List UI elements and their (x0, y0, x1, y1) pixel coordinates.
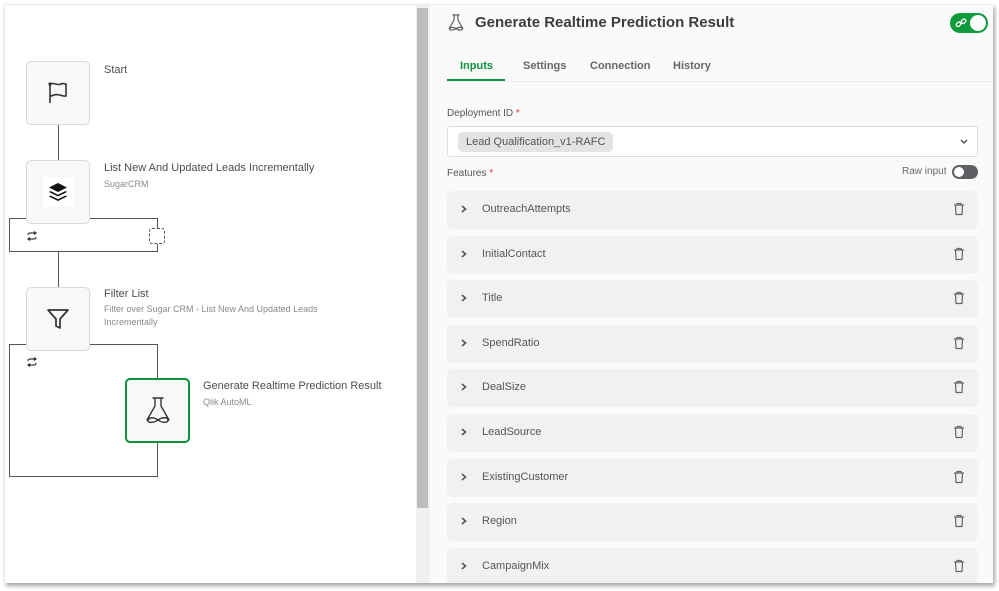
feature-name: Title (482, 292, 503, 305)
feature-name: ExistingCustomer (482, 470, 569, 483)
label-text: Deployment ID (447, 108, 514, 119)
toggle-knob (970, 15, 986, 31)
raw-input-toggle[interactable] (952, 165, 978, 179)
block-enabled-toggle[interactable] (950, 13, 988, 33)
trash-icon[interactable] (953, 291, 965, 305)
feature-row[interactable]: DealSize (447, 369, 978, 408)
flag-icon (48, 82, 67, 103)
chevron-down-icon[interactable] (959, 138, 969, 145)
node-start[interactable] (26, 61, 90, 125)
feature-name: LeadSource (482, 426, 542, 438)
trash-icon[interactable] (953, 247, 965, 261)
selected-deployment-chip[interactable]: Lead Qualification_v1-RAFC (458, 132, 614, 152)
feature-row[interactable]: Region (447, 503, 978, 542)
node-title: List New And Updated Leads Incrementally (104, 162, 315, 174)
feature-row[interactable]: ExistingCustomer (447, 458, 978, 497)
feature-name: SpendRatio (482, 336, 540, 349)
required-mark: * (489, 168, 494, 179)
trash-icon[interactable] (953, 202, 965, 216)
raw-input-label: Raw input (902, 166, 947, 177)
connector (58, 252, 59, 288)
deployment-id-label: Deployment ID * (447, 108, 520, 119)
node-subtitle: Filter over Sugar CRM - List New And Upd… (104, 303, 364, 329)
features-label: Features * (447, 168, 493, 179)
tab-connection[interactable]: Connection (590, 60, 651, 72)
active-tab-indicator (447, 79, 505, 81)
node-subtitle: Qlik AutoML (203, 397, 252, 407)
trash-icon[interactable] (953, 336, 965, 350)
tab-history[interactable]: History (673, 60, 711, 72)
feature-name: CampaignMix (482, 559, 550, 572)
chevron-right-icon[interactable] (460, 561, 468, 571)
node-filter-list[interactable] (26, 287, 90, 351)
node-subtitle: SugarCRM (104, 179, 149, 189)
loop-icon[interactable] (26, 231, 38, 241)
trash-icon[interactable] (953, 470, 965, 484)
toggle-knob (954, 167, 964, 177)
filter-icon (47, 309, 69, 329)
node-generate-prediction[interactable] (125, 378, 190, 443)
layers-icon (49, 183, 67, 201)
node-subtitle-line: Filter over Sugar CRM - List New And Upd… (104, 304, 318, 314)
canvas-scrollbar[interactable] (416, 5, 430, 583)
link-icon (955, 18, 967, 28)
chevron-right-icon[interactable] (460, 204, 468, 214)
scrollbar-thumb[interactable] (417, 8, 428, 508)
feature-row[interactable]: OutreachAttempts (447, 191, 978, 229)
trash-icon[interactable] (953, 514, 965, 528)
node-list-leads[interactable] (26, 160, 90, 224)
workflow-canvas[interactable]: Start List New And Updated Leads Increme… (5, 5, 416, 583)
flask-icon (448, 14, 464, 31)
required-mark: * (515, 108, 520, 119)
connector (58, 125, 59, 165)
panel-title: Generate Realtime Prediction Result (475, 14, 735, 31)
chevron-right-icon[interactable] (460, 249, 468, 259)
chevron-right-icon[interactable] (460, 382, 468, 392)
loop-icon[interactable] (26, 357, 38, 367)
feature-name: InitialContact (482, 247, 546, 260)
app-window: Start List New And Updated Leads Increme… (4, 4, 993, 583)
chevron-right-icon[interactable] (460, 516, 468, 526)
chevron-right-icon[interactable] (460, 338, 468, 348)
feature-name: Region (482, 515, 517, 528)
feature-row[interactable]: Title (447, 280, 978, 319)
node-title: Generate Realtime Prediction Result (203, 380, 382, 392)
feature-name: OutreachAttempts (482, 203, 571, 215)
deployment-id-select[interactable]: Lead Qualification_v1-RAFC (447, 126, 978, 157)
trash-icon[interactable] (953, 559, 965, 573)
node-title: Filter List (104, 288, 149, 300)
node-subtitle-line: Incrementally (104, 317, 158, 327)
label-text: Features (447, 168, 487, 179)
flask-icon (145, 396, 170, 423)
tab-inputs[interactable]: Inputs (460, 60, 493, 72)
feature-row[interactable]: CampaignMix (447, 547, 978, 583)
properties-panel: Generate Realtime Prediction Result Inpu… (430, 5, 993, 583)
feature-row[interactable]: LeadSource (447, 414, 978, 452)
feature-name: DealSize (482, 381, 527, 394)
chevron-right-icon[interactable] (460, 427, 468, 437)
panel-tabs: Inputs Settings Connection History (447, 55, 993, 82)
chevron-right-icon[interactable] (460, 472, 468, 482)
feature-row[interactable]: InitialContact (447, 235, 978, 274)
empty-step-placeholder[interactable] (149, 228, 165, 244)
trash-icon[interactable] (953, 380, 965, 394)
chevron-right-icon[interactable] (460, 293, 468, 303)
feature-row[interactable]: SpendRatio (447, 324, 978, 363)
node-title: Start (104, 64, 128, 76)
tab-settings[interactable]: Settings (523, 60, 566, 72)
trash-icon[interactable] (953, 425, 965, 439)
